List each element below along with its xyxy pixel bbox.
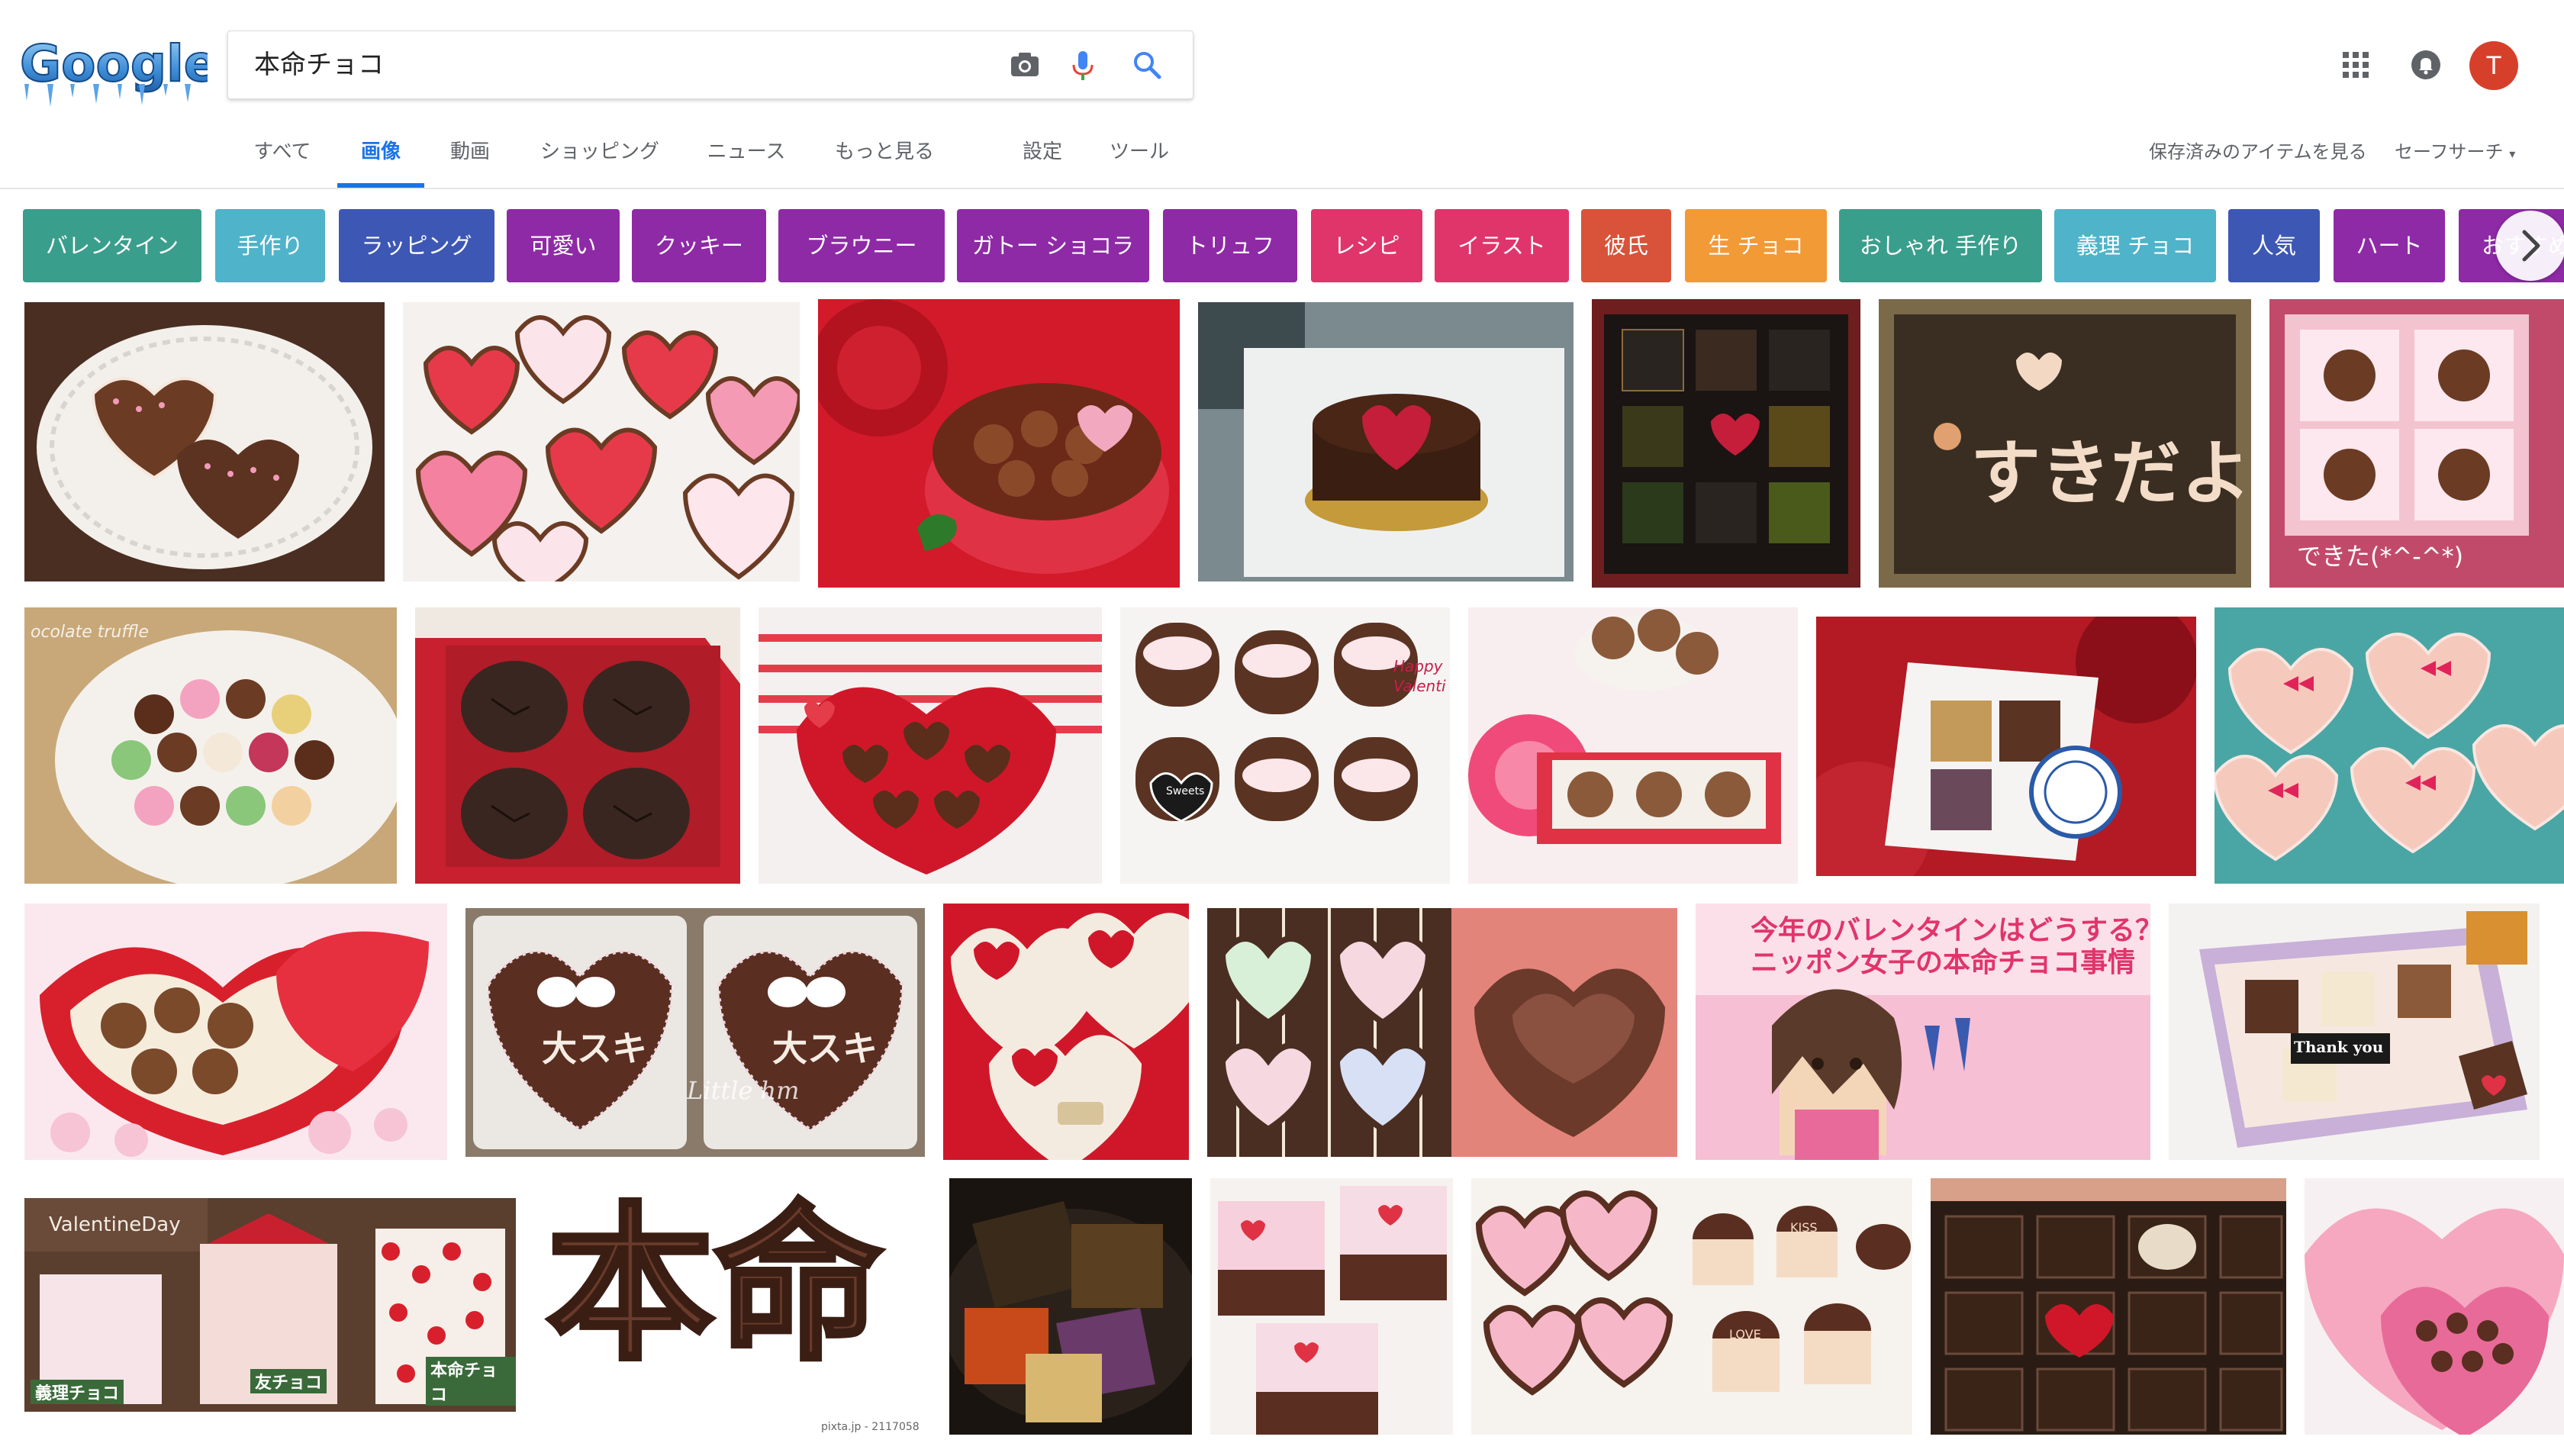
image-caption: ValentineDay — [49, 1213, 181, 1236]
account-avatar[interactable]: T — [2469, 41, 2518, 90]
chip-gateau-chocolat[interactable]: ガトー ショコラ — [957, 209, 1149, 282]
google-logo[interactable]: Google — [17, 27, 219, 111]
tab-settings[interactable]: 設定 — [1015, 125, 1070, 188]
image-caption: Thank you — [2294, 1038, 2384, 1056]
chip-giri-choco[interactable]: 義理 チョコ — [2054, 209, 2216, 282]
svg-text:Sweets: Sweets — [1166, 785, 1204, 797]
image-result[interactable]: できた(*^-^*) — [2269, 299, 2564, 588]
image-result[interactable] — [415, 607, 740, 884]
image-result[interactable]: Sweets Happy Valenti — [1120, 607, 1450, 884]
image-result[interactable] — [24, 904, 447, 1160]
svg-text:大スキ: 大スキ — [542, 1028, 647, 1069]
chip-valentine[interactable]: バレンタイン — [23, 209, 201, 282]
svg-text:本命: 本命 — [546, 1187, 882, 1383]
chip-heart[interactable]: ハート — [2334, 209, 2445, 282]
svg-text:すきだよ: すきだよ — [1970, 433, 2251, 514]
chip-cute[interactable]: 可愛い — [507, 209, 620, 282]
image-result[interactable] — [1207, 908, 1677, 1157]
image-result[interactable] — [1468, 607, 1798, 884]
dropdown-arrow-icon: ▾ — [2509, 147, 2516, 161]
image-caption: ニッポン女子の本命チョコ事情 — [1751, 947, 2136, 978]
tab-tools[interactable]: ツール — [1103, 125, 1175, 188]
tab-images[interactable]: 画像 — [337, 125, 424, 188]
image-caption: できた(*^-^*) — [2297, 542, 2464, 571]
tab-more[interactable]: もっと見る — [827, 125, 942, 188]
image-result[interactable] — [759, 607, 1102, 884]
tab-shopping[interactable]: ショッピング — [531, 125, 668, 188]
chip-cookie[interactable]: クッキー — [632, 209, 766, 282]
image-result[interactable]: ocolate truffle — [24, 607, 397, 884]
tab-videos[interactable]: 動画 — [440, 125, 501, 188]
chips-next-button[interactable] — [2495, 211, 2564, 281]
image-caption: 友チョコ — [250, 1369, 327, 1393]
apps-grid-icon[interactable] — [2338, 47, 2373, 82]
image-result[interactable] — [403, 302, 800, 581]
search-tabs: すべて 画像 動画 ショッピング ニュース もっと見る 設定 ツール 保存済みの… — [0, 125, 2564, 188]
image-result[interactable]: 大スキ 大スキ Little hm — [465, 908, 925, 1157]
camera-icon[interactable] — [1005, 45, 1045, 85]
image-caption: ocolate truffle — [31, 623, 149, 642]
related-search-chips: バレンタイン 手作り ラッピング 可愛い クッキー ブラウニー ガトー ショコラ… — [0, 208, 2564, 284]
image-result[interactable] — [2305, 1178, 2564, 1435]
chip-recipe[interactable]: レシピ — [1311, 209, 1422, 282]
image-result[interactable]: すきだよ — [1879, 299, 2251, 588]
image-result[interactable] — [1931, 1178, 2286, 1435]
saved-items-link[interactable]: 保存済みのアイテムを見る — [2149, 125, 2367, 179]
image-result[interactable] — [943, 904, 1189, 1160]
chip-wrapping[interactable]: ラッピング — [339, 209, 494, 282]
svg-text:大スキ: 大スキ — [772, 1028, 878, 1069]
safe-search-label: セーフサーチ — [2395, 141, 2504, 163]
chip-boyfriend[interactable]: 彼氏 — [1581, 209, 1671, 282]
chip-brownie[interactable]: ブラウニー — [778, 209, 945, 282]
image-result[interactable] — [1592, 299, 1860, 588]
image-caption: 本命チョコ — [426, 1357, 516, 1406]
search-icon[interactable] — [1127, 45, 1167, 85]
image-result[interactable]: KISS LOVE — [1471, 1178, 1912, 1435]
svg-text:Little hm: Little hm — [686, 1076, 800, 1105]
image-result[interactable] — [949, 1178, 1192, 1435]
chip-handmade[interactable]: 手作り — [215, 209, 325, 282]
image-result[interactable] — [1816, 617, 2196, 876]
image-result[interactable] — [1198, 302, 1574, 581]
header: Google 本命チョコ すべて 画像 動画 ショッピング ニュース もっと見る… — [0, 0, 2564, 189]
svg-text:KISS: KISS — [1790, 1220, 1818, 1235]
image-result[interactable] — [818, 299, 1180, 588]
image-result[interactable] — [1210, 1178, 1453, 1435]
chip-nama-choco[interactable]: 生 チョコ — [1685, 209, 1827, 282]
chip-truffle[interactable]: トリュフ — [1163, 209, 1297, 282]
safe-search-menu[interactable]: セーフサーチ ▾ — [2395, 125, 2515, 179]
image-caption: pixta.jp - 2117058 — [821, 1421, 920, 1433]
image-result[interactable]: Thank you — [2169, 904, 2540, 1160]
image-result[interactable]: 今年のバレンタインはどうする？ ニッポン女子の本命チョコ事情 — [1696, 904, 2150, 1160]
image-result[interactable]: ValentineDay 義理チョコ 友チョコ 本命チョコ — [24, 1198, 516, 1412]
notifications-icon[interactable] — [2408, 47, 2443, 82]
chip-stylish-handmade[interactable]: おしゃれ 手作り — [1839, 209, 2042, 282]
chevron-right-icon — [2522, 230, 2540, 262]
image-caption: Happy Valenti — [1393, 657, 1446, 695]
search-box[interactable]: 本命チョコ — [227, 31, 1193, 99]
image-result[interactable] — [24, 302, 385, 581]
chip-illustration[interactable]: イラスト — [1435, 209, 1569, 282]
image-result[interactable]: 本命 pixta.jp - 2117058 — [534, 1183, 936, 1435]
tab-all[interactable]: すべて — [244, 125, 320, 188]
microphone-icon[interactable] — [1063, 45, 1103, 85]
search-input[interactable]: 本命チョコ — [254, 31, 384, 98]
chip-popular[interactable]: 人気 — [2228, 209, 2320, 282]
svg-text:LOVE: LOVE — [1729, 1327, 1761, 1342]
image-caption: 義理チョコ — [31, 1380, 124, 1404]
tab-news[interactable]: ニュース — [697, 125, 795, 188]
image-result[interactable] — [2215, 607, 2564, 884]
